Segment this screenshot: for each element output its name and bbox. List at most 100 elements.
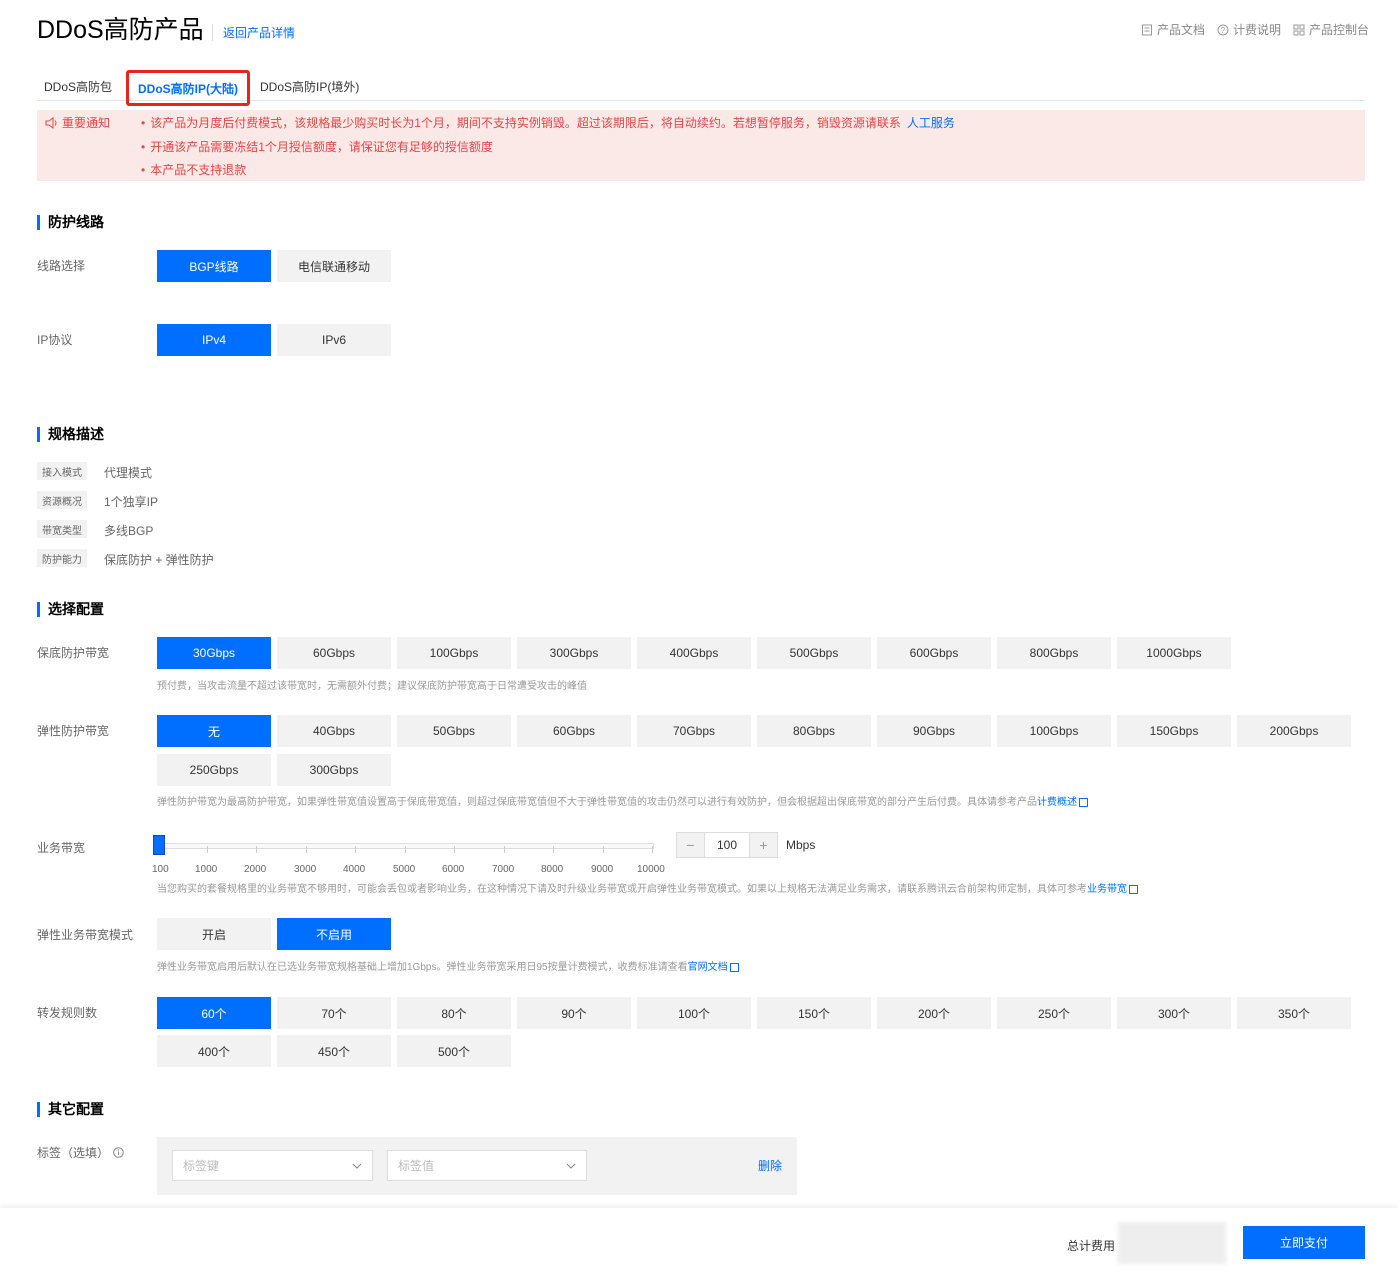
slider-tick-label: 2000 bbox=[244, 864, 267, 875]
elastic-option[interactable]: 80Gbps bbox=[757, 715, 871, 747]
slider-tick-label: 100 bbox=[152, 864, 169, 875]
total-cost-label: 总计费用 bbox=[1067, 1239, 1116, 1253]
official-docs-link[interactable]: 官网文档 bbox=[688, 962, 728, 973]
notice-item: 本产品不支持退款 bbox=[141, 161, 246, 178]
base-option[interactable]: 100Gbps bbox=[397, 637, 511, 669]
notice-item-text: 该产品为月度后付费模式，该规格最少购买时长为1个月，期间不支持实例销毁。超过该期… bbox=[150, 116, 901, 130]
billing-link[interactable]: ? 计费说明 bbox=[1217, 21, 1281, 38]
base-option[interactable]: 400Gbps bbox=[637, 637, 751, 669]
tag-delete-button[interactable]: 删除 bbox=[758, 1157, 782, 1174]
billing-overview-link[interactable]: 计费概述 bbox=[1037, 797, 1077, 808]
elastic-option[interactable]: 60Gbps bbox=[517, 715, 631, 747]
elastic-option[interactable]: 90Gbps bbox=[877, 715, 991, 747]
elastic-option[interactable]: 70Gbps bbox=[637, 715, 751, 747]
increment-button[interactable]: + bbox=[750, 833, 777, 857]
console-label: 产品控制台 bbox=[1309, 23, 1370, 37]
product-docs-link[interactable]: 产品文档 bbox=[1141, 21, 1205, 38]
elastic-option[interactable]: 无 bbox=[157, 715, 271, 747]
rules-option[interactable]: 60个 bbox=[157, 997, 271, 1029]
elastic-mode-off[interactable]: 不启用 bbox=[277, 918, 391, 950]
business-bandwidth-label: 业务带宽 bbox=[37, 841, 86, 855]
tag-label: 标签（选填） bbox=[37, 1144, 124, 1161]
rules-option[interactable]: 200个 bbox=[877, 997, 991, 1029]
elastic-option[interactable]: 40Gbps bbox=[277, 715, 391, 747]
tag-key-select[interactable]: 标签键 bbox=[172, 1150, 373, 1181]
bandwidth-stepper: − + bbox=[676, 832, 778, 858]
bandwidth-slider-handle[interactable] bbox=[153, 835, 165, 855]
base-option[interactable]: 800Gbps bbox=[997, 637, 1111, 669]
rules-option[interactable]: 400个 bbox=[157, 1035, 271, 1067]
manual-service-link[interactable]: 人工服务 bbox=[907, 116, 955, 130]
product-tabs: DDoS高防包 DDoS高防IP(大陆) DDoS高防IP(境外) bbox=[37, 70, 1365, 106]
elastic-option[interactable]: 100Gbps bbox=[997, 715, 1111, 747]
footer-bar: 总计费用 立即支付 bbox=[0, 1208, 1398, 1279]
business-bandwidth-link[interactable]: 业务带宽 bbox=[1087, 884, 1127, 895]
rules-option[interactable]: 100个 bbox=[637, 997, 751, 1029]
spec-key: 防护能力 bbox=[37, 549, 87, 567]
decrement-button[interactable]: − bbox=[677, 833, 704, 857]
rules-option[interactable]: 70个 bbox=[277, 997, 391, 1029]
base-option[interactable]: 300Gbps bbox=[517, 637, 631, 669]
elastic-option[interactable]: 150Gbps bbox=[1117, 715, 1231, 747]
slider-tick bbox=[454, 846, 455, 853]
base-bandwidth-label: 保底防护带宽 bbox=[37, 646, 110, 660]
tab-ddos-package[interactable]: DDoS高防包 bbox=[44, 72, 112, 100]
notice-item: 开通该产品需要冻结1个月授信额度，请保证您有足够的授信额度 bbox=[141, 138, 493, 155]
route-option-telecom[interactable]: 电信联通移动 bbox=[277, 250, 391, 282]
route-label: 线路选择 bbox=[37, 259, 86, 273]
pay-now-button[interactable]: 立即支付 bbox=[1243, 1226, 1365, 1259]
slider-tick-label: 5000 bbox=[393, 864, 416, 875]
external-link-icon bbox=[1079, 797, 1088, 807]
spec-value: 1个独享IP bbox=[104, 495, 159, 509]
base-option[interactable]: 60Gbps bbox=[277, 637, 391, 669]
base-option[interactable]: 500Gbps bbox=[757, 637, 871, 669]
elastic-hint-text: 弹性防护带宽为最高防护带宽，如果弹性带宽值设置高于保底带宽值，则超过保底带宽值但… bbox=[157, 797, 1037, 808]
rules-option[interactable]: 450个 bbox=[277, 1035, 391, 1067]
elastic-option[interactable]: 200Gbps bbox=[1237, 715, 1351, 747]
base-option[interactable]: 600Gbps bbox=[877, 637, 991, 669]
grid-icon bbox=[1293, 24, 1305, 35]
elastic-option[interactable]: 50Gbps bbox=[397, 715, 511, 747]
slider-tick bbox=[405, 846, 406, 853]
tab-ddos-ip-mainland[interactable]: DDoS高防IP(大陆) bbox=[126, 70, 250, 106]
bandwidth-unit: Mbps bbox=[786, 838, 816, 852]
tag-value-select[interactable]: 标签值 bbox=[387, 1150, 587, 1181]
spec-key: 资源概况 bbox=[37, 491, 87, 509]
base-option[interactable]: 30Gbps bbox=[157, 637, 271, 669]
elastic-mode-hint-text: 弹性业务带宽启用后默认在已选业务带宽规格基础上增加1Gbps。弹性业务带宽采用日… bbox=[157, 962, 688, 973]
svg-text:?: ? bbox=[1221, 26, 1226, 35]
rules-option[interactable]: 150个 bbox=[757, 997, 871, 1029]
back-to-product-link[interactable]: 返回产品详情 bbox=[212, 24, 295, 41]
elastic-mode-label: 弹性业务带宽模式 bbox=[37, 928, 134, 942]
rules-option[interactable]: 90个 bbox=[517, 997, 631, 1029]
rules-option[interactable]: 80个 bbox=[397, 997, 511, 1029]
notice-banner: 重要通知 该产品为月度后付费模式，该规格最少购买时长为1个月，期间不支持实例销毁… bbox=[37, 110, 1365, 181]
slider-tick bbox=[256, 846, 257, 853]
console-link[interactable]: 产品控制台 bbox=[1293, 21, 1369, 38]
route-option-bgp[interactable]: BGP线路 bbox=[157, 250, 271, 282]
rules-option[interactable]: 350个 bbox=[1237, 997, 1351, 1029]
base-option[interactable]: 1000Gbps bbox=[1117, 637, 1231, 669]
elastic-mode-on[interactable]: 开启 bbox=[157, 918, 271, 950]
elastic-option[interactable]: 250Gbps bbox=[157, 754, 271, 786]
slider-tick bbox=[355, 846, 356, 853]
bandwidth-input[interactable] bbox=[704, 833, 750, 857]
slider-tick bbox=[652, 846, 653, 853]
ip-option-ipv4[interactable]: IPv4 bbox=[157, 324, 271, 356]
rules-option[interactable]: 300个 bbox=[1117, 997, 1231, 1029]
slider-tick-label: 8000 bbox=[541, 864, 564, 875]
spec-value: 保底防护 + 弹性防护 bbox=[104, 553, 214, 567]
ip-option-ipv6[interactable]: IPv6 bbox=[277, 324, 391, 356]
notice-title: 重要通知 bbox=[45, 114, 110, 131]
elastic-option[interactable]: 300Gbps bbox=[277, 754, 391, 786]
tag-key-placeholder: 标签键 bbox=[183, 1159, 220, 1173]
rules-option[interactable]: 500个 bbox=[397, 1035, 511, 1067]
rules-option[interactable]: 250个 bbox=[997, 997, 1111, 1029]
notice-title-text: 重要通知 bbox=[62, 116, 111, 130]
biz-hint-text: 当您购买的套餐规格里的业务带宽不够用时，可能会丢包或者影响业务，在这种情况下请及… bbox=[157, 884, 1087, 895]
external-link-icon bbox=[729, 962, 739, 972]
tag-editor: 标签键 标签值 删除 bbox=[157, 1137, 797, 1195]
tag-value-placeholder: 标签值 bbox=[398, 1159, 435, 1173]
info-icon[interactable] bbox=[113, 1147, 124, 1158]
tab-ddos-ip-overseas[interactable]: DDoS高防IP(境外) bbox=[260, 72, 359, 100]
